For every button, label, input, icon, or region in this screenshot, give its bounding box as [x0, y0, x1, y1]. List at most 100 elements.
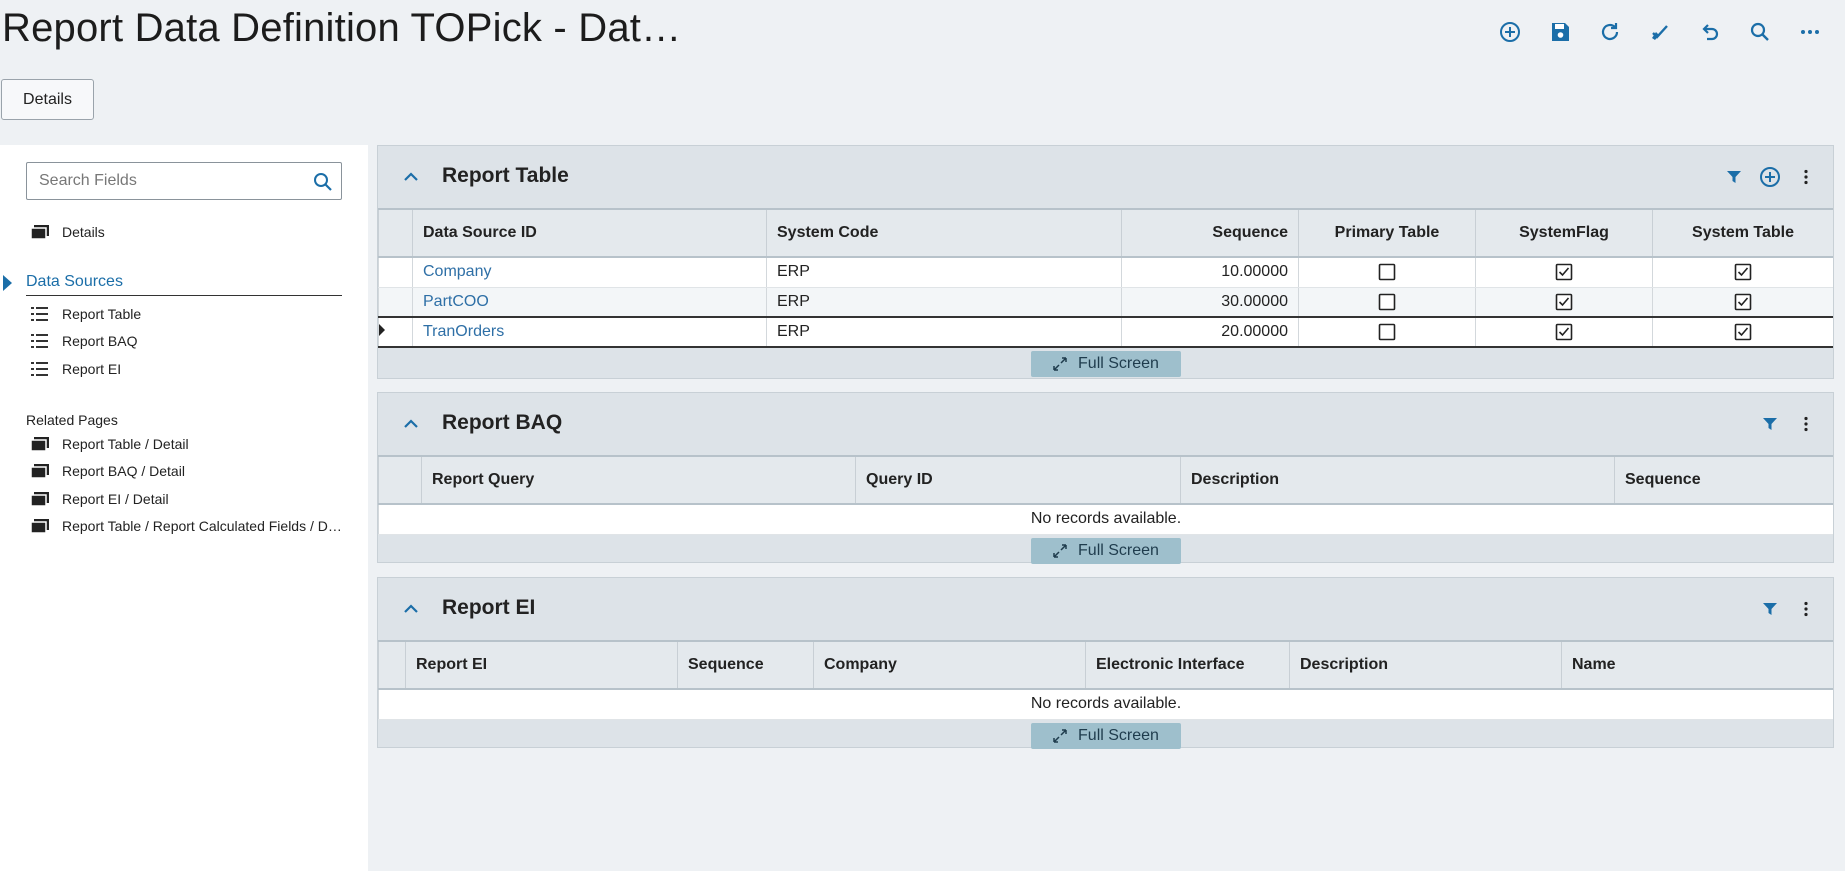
empty-message: No records available. [378, 689, 1833, 720]
column-header[interactable]: System Code [766, 208, 1122, 258]
row-selector-header [378, 455, 422, 505]
column-header[interactable]: Sequence [1121, 208, 1299, 258]
column-header[interactable]: Sequence [677, 640, 814, 690]
related-item[interactable]: Report Table / Report Calculated Fields … [30, 517, 342, 535]
column-header[interactable]: Company [813, 640, 1086, 690]
full-screen-button[interactable]: Full Screen [1030, 351, 1181, 377]
data-source-link[interactable]: PartCOO [423, 293, 489, 310]
column-header[interactable]: SystemFlag [1475, 208, 1653, 258]
table-row[interactable]: PartCOO ERP 30.00000 [378, 287, 1833, 318]
filter-icon[interactable] [1757, 596, 1783, 622]
panel-header: Report EI [378, 578, 1833, 640]
panel-title: Report Table [442, 164, 569, 187]
pages-icon [30, 464, 49, 479]
search-field[interactable] [26, 162, 342, 200]
related-pages-heading: Related Pages [26, 412, 118, 428]
more-vertical-icon[interactable] [1793, 596, 1819, 622]
search-input[interactable] [27, 172, 297, 190]
save-icon[interactable] [1535, 14, 1585, 50]
column-header[interactable]: Description [1289, 640, 1562, 690]
checkbox-unchecked-icon[interactable] [1378, 263, 1396, 281]
cell-sequence: 10.00000 [1121, 257, 1299, 288]
pages-icon [30, 225, 49, 240]
pages-icon [30, 519, 49, 534]
row-selector[interactable] [378, 257, 413, 288]
full-screen-label: Full Screen [1078, 726, 1159, 744]
expand-icon [1053, 543, 1067, 558]
sidebar: Details Data Sources Report Table Report… [0, 145, 368, 871]
column-header[interactable]: Query ID [855, 455, 1181, 505]
search-icon[interactable] [1735, 14, 1785, 50]
full-screen-label: Full Screen [1078, 541, 1159, 559]
sidebar-item-label: Report EI [62, 361, 122, 377]
filter-icon[interactable] [1721, 164, 1747, 190]
cell-system-code: ERP [766, 287, 1122, 318]
row-selector-header [378, 640, 406, 690]
panel-title: Report EI [442, 596, 536, 619]
sidebar-item-label: Report BAQ [62, 333, 138, 349]
table-row[interactable]: TranOrders ERP 20.00000 [378, 316, 1833, 348]
empty-message: No records available. [378, 504, 1833, 535]
checkbox-checked-icon[interactable] [1734, 293, 1752, 311]
sidebar-item-details[interactable]: Details [30, 223, 105, 241]
checkbox-checked-icon[interactable] [1734, 323, 1752, 341]
checkbox-checked-icon[interactable] [1555, 293, 1573, 311]
list-icon [31, 362, 48, 376]
chevron-up-icon[interactable] [402, 415, 420, 433]
pages-icon [30, 492, 49, 507]
checkbox-checked-icon[interactable] [1734, 263, 1752, 281]
chevron-up-icon[interactable] [402, 600, 420, 618]
add-row-icon[interactable] [1757, 164, 1783, 190]
checkbox-unchecked-icon[interactable] [1378, 293, 1396, 311]
undo-icon[interactable] [1685, 14, 1735, 50]
panel-title: Report BAQ [442, 411, 563, 434]
column-header[interactable]: Data Source ID [412, 208, 767, 258]
column-header[interactable]: Report EI [405, 640, 678, 690]
panel-header: Report Table [378, 146, 1833, 208]
related-item-label: Report BAQ / Detail [62, 463, 185, 479]
related-item[interactable]: Report BAQ / Detail [30, 462, 185, 480]
report-table-grid: Data Source ID System Code Sequence Prim… [378, 208, 1833, 348]
tab-details[interactable]: Details [1, 79, 94, 120]
checkbox-unchecked-icon[interactable] [1378, 323, 1396, 341]
full-screen-button[interactable]: Full Screen [1030, 537, 1181, 564]
checkbox-checked-icon[interactable] [1555, 263, 1573, 281]
expand-arrow-icon [3, 275, 12, 291]
full-screen-button[interactable]: Full Screen [1030, 722, 1181, 749]
more-vertical-icon[interactable] [1793, 164, 1819, 190]
column-header[interactable]: Primary Table [1298, 208, 1476, 258]
cell-system-code: ERP [766, 257, 1122, 288]
sidebar-item-report-ei[interactable]: Report EI [30, 360, 121, 378]
section-data-sources[interactable]: Data Sources [26, 273, 342, 296]
sidebar-item-report-baq[interactable]: Report BAQ [30, 332, 137, 350]
sidebar-item-report-table[interactable]: Report Table [30, 305, 141, 323]
chevron-up-icon[interactable] [402, 168, 420, 186]
data-source-link[interactable]: TranOrders [423, 323, 504, 340]
checkbox-checked-icon[interactable] [1555, 323, 1573, 341]
more-vertical-icon[interactable] [1793, 411, 1819, 437]
related-item-label: Report EI / Detail [62, 491, 169, 507]
column-header[interactable]: Description [1180, 455, 1615, 505]
row-selector-header [378, 208, 413, 258]
table-row[interactable]: Company ERP 10.00000 [378, 257, 1833, 288]
column-header[interactable]: Name [1561, 640, 1833, 690]
column-header[interactable]: Electronic Interface [1085, 640, 1290, 690]
refresh-icon[interactable] [1585, 14, 1635, 50]
column-header[interactable]: Report Query [421, 455, 856, 505]
search-icon[interactable] [311, 170, 335, 194]
data-source-link[interactable]: Company [423, 263, 491, 280]
column-header[interactable]: Sequence [1614, 455, 1833, 505]
more-icon[interactable] [1785, 14, 1835, 50]
expand-icon [1053, 357, 1067, 371]
row-selector[interactable] [378, 316, 413, 348]
add-icon[interactable] [1485, 14, 1535, 50]
clear-icon[interactable] [1635, 14, 1685, 50]
related-item[interactable]: Report Table / Detail [30, 435, 189, 453]
panel-report-table: Report Table Data Source ID System Code … [377, 145, 1834, 379]
list-icon [31, 307, 48, 321]
related-item[interactable]: Report EI / Detail [30, 490, 169, 508]
row-selector[interactable] [378, 287, 413, 318]
filter-icon[interactable] [1757, 411, 1783, 437]
related-item-label: Report Table / Detail [62, 436, 189, 452]
column-header[interactable]: System Table [1652, 208, 1833, 258]
